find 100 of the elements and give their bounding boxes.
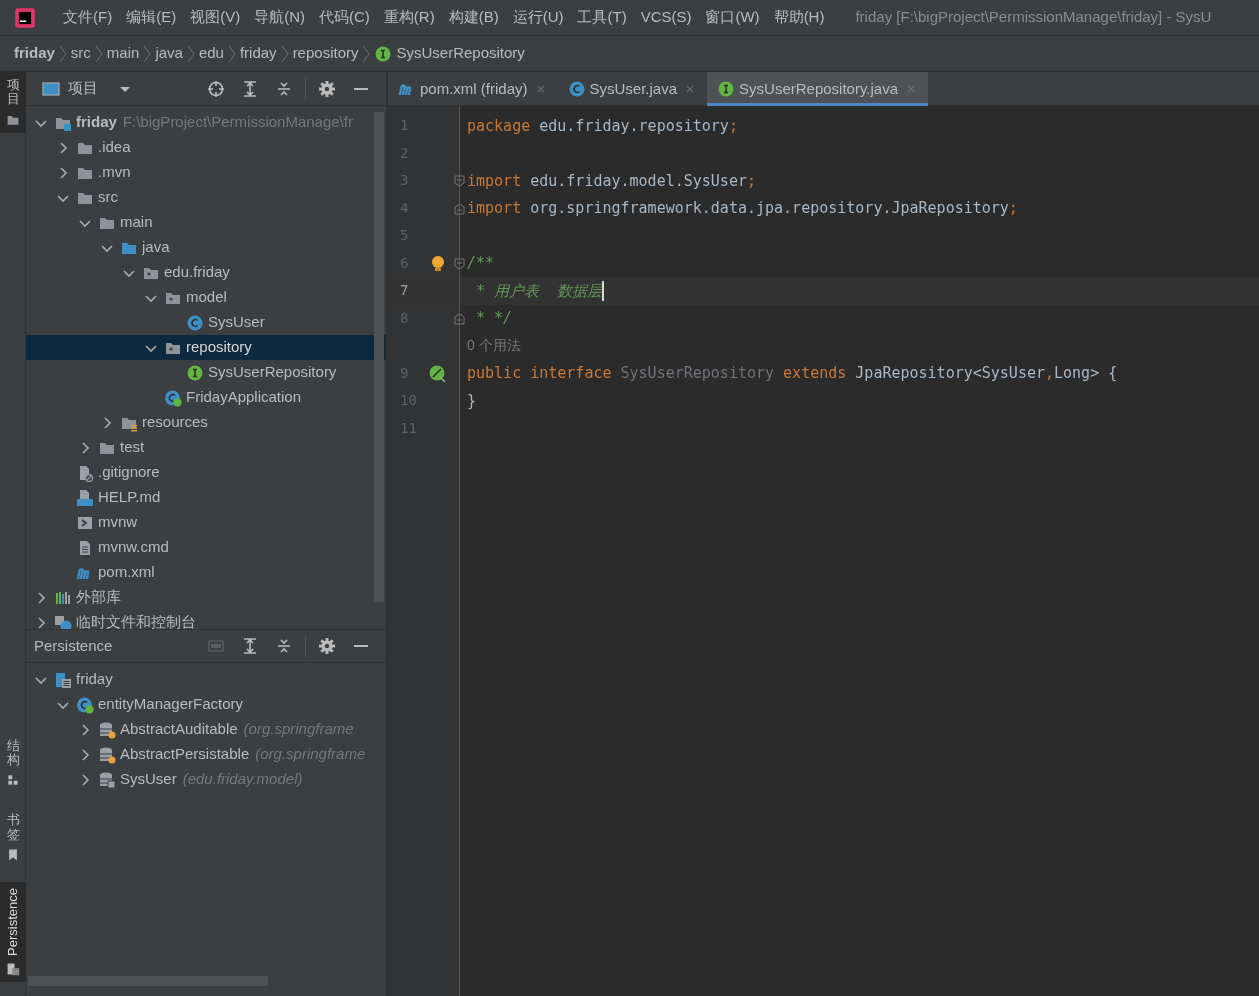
chevron-separator-icon (280, 44, 289, 63)
tree-item[interactable]: main (26, 210, 386, 235)
entity-icon (98, 745, 116, 764)
tree-item[interactable]: SysUser (edu.friday.model) (26, 767, 386, 792)
breadcrumb-item[interactable]: src (70, 42, 91, 65)
code-line: * */ (475, 308, 514, 329)
menu-item[interactable]: 工具(T) (570, 6, 634, 29)
chevron-separator-icon (143, 44, 152, 63)
fold-marker-icon[interactable] (454, 175, 465, 187)
class-icon (567, 80, 586, 98)
breadcrumb-item[interactable]: edu (198, 42, 224, 65)
breadcrumb-item[interactable]: repository (292, 42, 359, 65)
structure-icon (6, 773, 20, 788)
persistence-unit-icon (54, 670, 72, 689)
interface-icon (186, 363, 204, 382)
entity-icon (98, 720, 116, 739)
panel-title[interactable]: Persistence (34, 634, 113, 658)
side-tab[interactable]: Persistence (0, 882, 26, 982)
breadcrumb-item[interactable]: main (106, 42, 140, 65)
menu-item[interactable]: 导航(N) (247, 6, 312, 29)
tree-item[interactable]: entityManagerFactory (26, 692, 386, 717)
breadcrumb-item[interactable]: friday (14, 42, 55, 65)
chevron-separator-icon (58, 44, 67, 63)
menu-item[interactable]: 运行(U) (505, 6, 571, 29)
scrollbar[interactable] (374, 112, 384, 602)
settings-icon[interactable] (318, 79, 336, 98)
code-line: /** (466, 253, 496, 274)
app-logo-icon (14, 6, 36, 29)
collapse-all-icon[interactable] (275, 79, 293, 98)
collapse-all-icon[interactable] (275, 637, 293, 655)
tree-item[interactable]: friday F:\bigProject\PermissionManage\fr (26, 110, 386, 135)
line-number: 7 (400, 281, 409, 301)
locate-icon[interactable] (207, 79, 225, 98)
breadcrumb-item[interactable]: java (155, 42, 183, 65)
side-tab[interactable]: 书签 (0, 807, 26, 869)
tree-item[interactable]: friday (26, 667, 386, 692)
code-line: import org.springframework.data.jpa.repository.JpaRepository; (466, 198, 1019, 219)
menu-item[interactable]: 代码(C) (312, 6, 377, 29)
tree-item[interactable]: model (26, 285, 386, 310)
menu-item[interactable]: VCS(S) (633, 6, 699, 29)
panel-title[interactable]: 项目 (68, 77, 98, 100)
side-tab[interactable]: 结构 (0, 732, 26, 794)
editor-tab[interactable]: SysUser.java (557, 72, 708, 106)
tree-item[interactable]: SysUserRepository (26, 360, 386, 385)
interface-icon (374, 44, 393, 63)
settings-icon[interactable] (318, 637, 336, 655)
tree-item[interactable]: FridayApplication (26, 385, 386, 410)
project-view-icon (42, 79, 60, 98)
menu-item[interactable]: 文件(F) (56, 6, 120, 29)
tree-item[interactable]: SysUser (26, 310, 386, 335)
editor-tab[interactable]: pom.xml (friday) (388, 72, 558, 106)
bookmark-icon (6, 848, 20, 863)
tree-item[interactable]: mvnw.cmd (26, 535, 386, 560)
breadcrumb-item[interactable]: SysUserRepository (396, 42, 525, 65)
tree-item[interactable]: .mvn (26, 160, 386, 185)
leaf-icon[interactable] (428, 363, 448, 384)
tree-item[interactable]: 临时文件和控制台 (26, 610, 386, 629)
editor-tab[interactable]: SysUserRepository.java (707, 72, 928, 106)
side-tab[interactable]: 项目 (0, 72, 26, 133)
tree-item[interactable]: test (26, 435, 386, 460)
menu-item[interactable]: 帮助(H) (766, 6, 832, 29)
fold-marker-icon[interactable] (454, 312, 465, 325)
tree-item[interactable]: HELP.md (26, 485, 386, 510)
menu-item[interactable]: 构建(B) (441, 6, 506, 29)
tree-item[interactable]: AbstractPersistable (org.springframe (26, 742, 386, 767)
tree-item[interactable]: edu.friday (26, 260, 386, 285)
tree-item[interactable]: pom.xml (26, 560, 386, 585)
tree-item[interactable]: repository (26, 335, 386, 360)
tree-item[interactable]: .idea (26, 135, 386, 160)
fold-marker-icon[interactable] (454, 202, 465, 215)
code-line: } (466, 390, 478, 412)
markdown-file-icon (76, 488, 94, 507)
tree-item[interactable]: resources (26, 410, 386, 435)
tree-item[interactable]: .gitignore (26, 460, 386, 485)
fold-marker-icon[interactable] (454, 257, 465, 270)
persistence-icon (6, 962, 20, 976)
chevron-separator-icon (362, 44, 371, 63)
tree-item[interactable]: 外部库 (26, 585, 386, 610)
tree-item[interactable]: java (26, 235, 386, 260)
code-line: public interface SysUserRepository extends JpaRepository<SysUser,Long> { (466, 363, 1119, 384)
menu-item[interactable]: 重构(R) (376, 6, 442, 29)
class-icon (186, 313, 204, 332)
breadcrumb-item[interactable]: friday (239, 42, 277, 65)
interface-icon (717, 80, 736, 98)
tree-item[interactable]: mvnw (26, 510, 386, 535)
code-line: package edu.friday.repository; (466, 115, 739, 137)
usage-hint[interactable]: 0 个用法 (460, 332, 1259, 360)
chevron-separator-icon (94, 44, 103, 63)
spring-class-icon (76, 695, 94, 714)
chevron-separator-icon (227, 44, 236, 63)
menu-item[interactable]: 窗口(W) (698, 6, 767, 29)
menu-item[interactable]: 视图(V) (183, 6, 248, 29)
code-line: import edu.friday.model.SysUser; (466, 170, 757, 192)
expand-all-icon[interactable] (241, 637, 259, 655)
tree-item[interactable]: AbstractAuditable (org.springframe (26, 717, 386, 742)
entity-icon (98, 770, 116, 789)
menu-item[interactable]: 编辑(E) (119, 6, 184, 29)
tree-item[interactable]: src (26, 185, 386, 210)
chevron-separator-icon (186, 44, 195, 63)
expand-all-icon[interactable] (241, 79, 259, 98)
